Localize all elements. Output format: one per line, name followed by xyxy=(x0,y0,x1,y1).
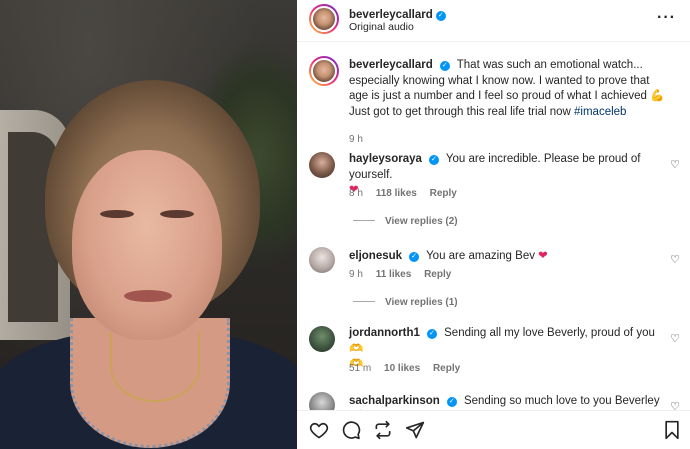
post-panel: beverleycallard ✓ Original audio ··· beve… xyxy=(297,0,690,449)
verified-badge-icon: ✓ xyxy=(409,252,420,262)
comment-body: You are amazing Bev xyxy=(426,250,535,262)
comment-author[interactable]: hayleysoraya xyxy=(349,153,422,165)
caption-time: 9 h xyxy=(349,134,363,145)
verified-badge-icon: ✓ xyxy=(428,155,439,165)
media-person-face xyxy=(72,150,222,340)
commenter-avatar[interactable] xyxy=(309,152,335,178)
more-horizontal-icon[interactable]: ··· xyxy=(657,9,676,27)
commenter-avatar[interactable] xyxy=(309,392,335,410)
view-replies-button[interactable]: View replies (2) xyxy=(353,216,458,227)
like-comment-heart-icon[interactable]: ♡ xyxy=(670,253,680,266)
like-comment-heart-icon[interactable]: ♡ xyxy=(670,158,680,171)
view-replies-button[interactable]: View replies (1) xyxy=(353,297,458,308)
replies-divider xyxy=(353,220,375,221)
verified-badge-icon: ✓ xyxy=(426,329,437,339)
action-bar xyxy=(297,410,690,449)
heart-emoji: ❤ xyxy=(538,250,548,262)
commenter-avatar[interactable] xyxy=(309,326,335,352)
media-person-eye-right xyxy=(160,210,194,218)
verified-badge-icon: ✓ xyxy=(446,397,457,407)
audio-label[interactable]: Original audio xyxy=(349,21,414,33)
caption-text: beverleycallard ✓ That was such an emotio… xyxy=(349,58,667,120)
post-media[interactable] xyxy=(0,0,297,449)
comment-author[interactable]: eljonesuk xyxy=(349,250,402,262)
comment-icon[interactable] xyxy=(341,420,361,440)
bookmark-icon[interactable] xyxy=(662,420,682,440)
comment-meta: 9 h 11 likes Reply xyxy=(349,269,461,280)
comment-likes[interactable]: 11 likes xyxy=(376,269,412,280)
comment-meta: 8 h 118 likes Reply xyxy=(349,188,467,199)
repost-icon[interactable] xyxy=(373,420,393,440)
caption-avatar-image xyxy=(311,58,337,84)
author-avatar[interactable] xyxy=(309,4,339,34)
comment-time: 9 h xyxy=(349,269,363,280)
comment-time: 51 m xyxy=(349,363,372,374)
media-person-mouth xyxy=(124,290,172,302)
comment-text: eljonesuk ✓ You are amazing Bev ❤ xyxy=(349,249,667,265)
author-avatar-image xyxy=(311,6,337,32)
heart-icon[interactable] xyxy=(309,420,329,440)
commenter-avatar[interactable] xyxy=(309,247,335,273)
reply-button[interactable]: Reply xyxy=(433,363,460,374)
reply-button[interactable]: Reply xyxy=(430,188,457,199)
caption-avatar[interactable] xyxy=(309,56,339,86)
comment-author[interactable]: jordannorth1 xyxy=(349,327,420,339)
like-comment-heart-icon[interactable]: ♡ xyxy=(670,400,680,410)
comment-likes[interactable]: 10 likes xyxy=(384,363,420,374)
author-name[interactable]: beverleycallard xyxy=(349,9,433,21)
like-comment-heart-icon[interactable]: ♡ xyxy=(670,332,680,345)
verified-badge-icon: ✓ xyxy=(439,61,450,71)
comment-time: 8 h xyxy=(349,188,363,199)
comment-author[interactable]: sachalparkinson xyxy=(349,395,440,407)
view-replies-label: View replies (1) xyxy=(385,297,458,308)
replies-divider xyxy=(353,301,375,302)
comments-list[interactable]: beverleycallard ✓ That was such an emotio… xyxy=(297,42,690,410)
comment-text: sachalparkinson ✓ Sending so much love to… xyxy=(349,394,667,410)
comment-likes[interactable]: 118 likes xyxy=(376,188,417,199)
comment-body: Sending all my love Beverly, proud of yo… xyxy=(444,327,655,339)
caption-meta: 9 h xyxy=(349,134,373,145)
reply-button[interactable]: Reply xyxy=(424,269,451,280)
view-replies-label: View replies (2) xyxy=(385,216,458,227)
caption-hashtag[interactable]: #imaceleb xyxy=(574,106,626,118)
post-header: beverleycallard ✓ Original audio ··· xyxy=(297,0,690,42)
media-person-eye-left xyxy=(100,210,134,218)
comment-meta: 51 m 10 likes Reply xyxy=(349,363,470,374)
send-icon[interactable] xyxy=(405,420,425,440)
comment-body: Sending so much love to you Beverley xyxy=(463,395,660,407)
verified-badge-icon: ✓ xyxy=(435,11,446,21)
heart-hands-emoji: 🫶 xyxy=(349,342,364,355)
caption-author[interactable]: beverleycallard xyxy=(349,59,433,71)
media-person-necklace xyxy=(110,332,200,402)
